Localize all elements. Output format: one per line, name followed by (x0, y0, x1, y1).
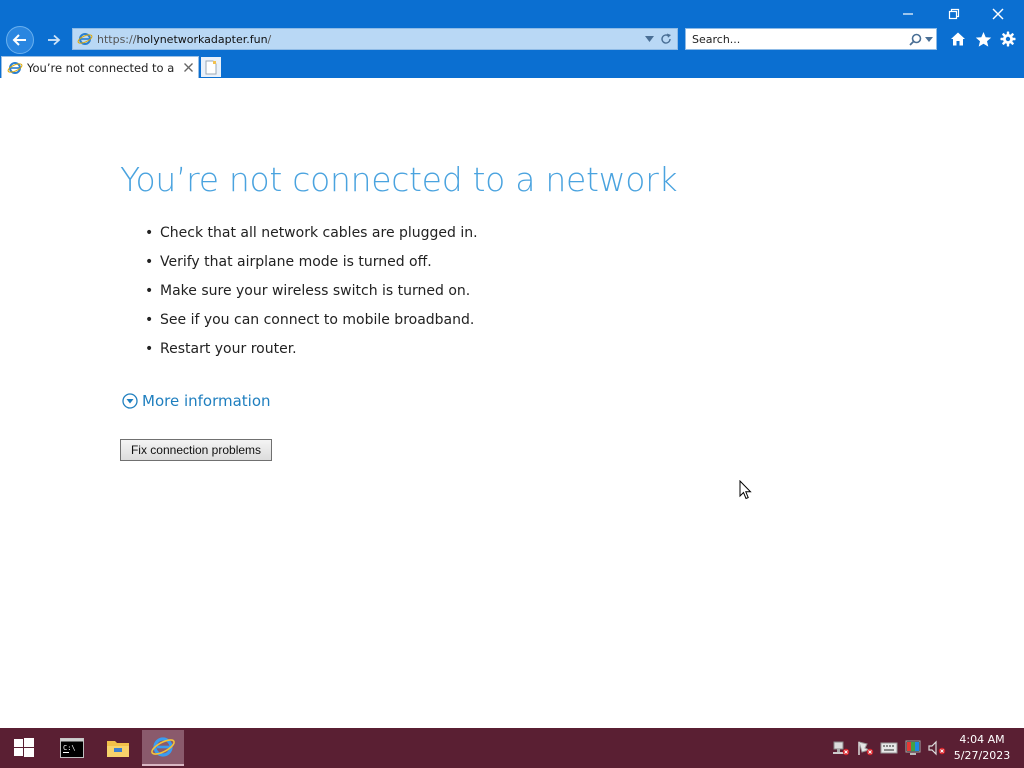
restore-icon (948, 8, 960, 20)
volume-muted-icon (928, 740, 946, 756)
ie-page-icon (77, 33, 93, 45)
url-host: holynetworkadapter.fun (136, 32, 268, 46)
page-title: You’re not connected to a network (120, 160, 678, 199)
list-item: Verify that airplane mode is turned off. (145, 252, 478, 281)
page-content: You’re not connected to a network Check … (0, 78, 1024, 728)
taskbar: C:\ 4:04 AM 5/27/2023 (0, 728, 1024, 768)
address-dropdown-button[interactable] (643, 33, 655, 45)
folder-icon (107, 741, 129, 757)
search-dropdown-button[interactable] (924, 34, 934, 44)
browser-chrome: https://holynetworkadapter.fun/ Search..… (0, 0, 1024, 78)
tray-display[interactable] (904, 740, 922, 756)
home-button[interactable] (948, 29, 968, 49)
settings-button[interactable] (998, 29, 1018, 49)
fix-connection-button[interactable]: Fix connection problems (120, 439, 272, 461)
more-information-link[interactable]: More information (122, 392, 271, 410)
close-icon (183, 62, 193, 72)
chevron-down-icon (644, 36, 654, 42)
tab-active[interactable]: You’re not connected to a n... (1, 56, 199, 78)
arrow-left-icon (12, 34, 26, 46)
new-tab-icon (205, 60, 217, 74)
color-display-icon (905, 740, 921, 755)
start-button[interactable] (8, 736, 40, 760)
tips-list: Check that all network cables are plugge… (145, 223, 478, 368)
search-icon (908, 33, 921, 46)
favorites-button[interactable] (973, 29, 993, 49)
forward-button[interactable] (42, 28, 66, 52)
keyboard-icon (880, 742, 898, 754)
refresh-button[interactable] (659, 32, 673, 46)
svg-text:C:\: C:\ (63, 744, 76, 752)
search-input[interactable]: Search... (685, 28, 937, 50)
search-placeholder: Search... (692, 32, 741, 46)
taskbar-clock[interactable]: 4:04 AM 5/27/2023 (950, 732, 1014, 764)
taskbar-file-explorer[interactable] (97, 730, 139, 766)
chevron-down-circle-icon (122, 393, 138, 409)
list-item: Restart your router. (145, 339, 478, 368)
more-information-label: More information (142, 392, 271, 410)
restore-button[interactable] (934, 2, 974, 26)
refresh-icon (661, 33, 671, 44)
clock-time: 4:04 AM (959, 733, 1005, 746)
list-item: Check that all network cables are plugge… (145, 223, 478, 252)
star-icon (975, 31, 991, 47)
chevron-down-icon (925, 36, 933, 42)
tab-title: You’re not connected to a n... (27, 60, 179, 75)
tray-action-center[interactable] (856, 740, 874, 756)
terminal-icon: C:\ (60, 738, 84, 758)
ie-tab-icon (7, 61, 23, 74)
close-button[interactable] (978, 2, 1018, 26)
back-button[interactable] (6, 26, 34, 54)
tray-keyboard[interactable] (880, 740, 898, 756)
tab-close-button[interactable] (182, 60, 194, 74)
taskbar-command-prompt[interactable]: C:\ (51, 730, 93, 766)
tray-network[interactable] (832, 740, 850, 756)
tray-volume[interactable] (928, 740, 946, 756)
taskbar-internet-explorer[interactable] (142, 730, 184, 766)
clock-date: 5/27/2023 (953, 749, 1011, 762)
new-tab-button[interactable] (201, 57, 221, 77)
arrow-right-icon (48, 34, 61, 46)
internet-explorer-icon (151, 737, 175, 757)
search-button[interactable] (908, 32, 922, 46)
url-path: / (267, 32, 272, 46)
home-icon (951, 32, 965, 46)
flag-error-icon (858, 741, 874, 756)
close-icon (992, 8, 1004, 20)
windows-logo-icon (14, 738, 34, 757)
url-protocol: https:// (97, 32, 137, 46)
gear-icon (1000, 31, 1016, 47)
address-url: https://holynetworkadapter.fun/ (97, 33, 271, 46)
minimize-button[interactable] (888, 2, 928, 26)
address-bar[interactable]: https://holynetworkadapter.fun/ (72, 28, 678, 50)
list-item: See if you can connect to mobile broadba… (145, 310, 478, 339)
network-error-icon (833, 741, 850, 756)
minimize-icon (903, 13, 913, 15)
mouse-cursor-icon (739, 480, 752, 500)
list-item: Make sure your wireless switch is turned… (145, 281, 478, 310)
